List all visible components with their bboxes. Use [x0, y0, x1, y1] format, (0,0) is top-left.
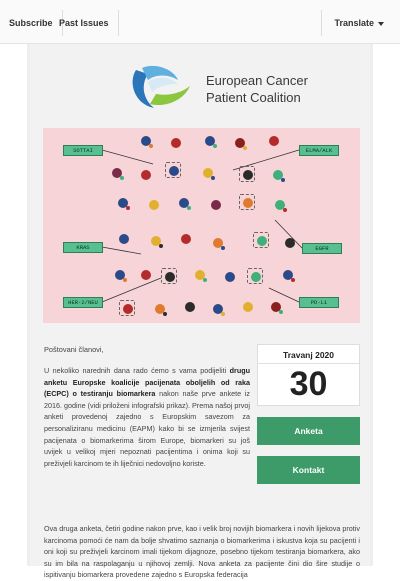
anketa-button[interactable]: Anketa — [257, 417, 360, 445]
biomarker-icon — [183, 300, 197, 314]
biomarker-icon — [211, 302, 225, 316]
biomarker-icon — [169, 136, 183, 150]
biomarker-icon — [139, 134, 153, 148]
kontakt-button[interactable]: Kontakt — [257, 456, 360, 484]
biomarker-icon — [271, 168, 285, 182]
label-her2-neu: HER-2/NEU — [63, 297, 103, 308]
translate-dropdown[interactable]: Translate — [321, 10, 400, 36]
biomarker-infographic: SOTTAI ELMA/ALK EGFR KRAS HER-2/NEU PD-L… — [43, 128, 360, 323]
date-box: Travanj 2020 30 — [257, 344, 360, 406]
label-pd-l1: PD-L1 — [299, 297, 339, 308]
caret-down-icon — [378, 21, 384, 26]
biomarker-icon — [117, 232, 131, 246]
biomarker-icon — [241, 168, 255, 182]
greeting: Poštovani članovi, — [44, 345, 104, 354]
biomarker-icon — [211, 236, 225, 250]
biomarker-icon — [249, 270, 263, 284]
biomarker-icon — [110, 166, 124, 180]
ecpc-logo-icon — [132, 65, 190, 108]
biomarker-icon — [281, 268, 295, 282]
biomarker-icon — [233, 136, 247, 150]
biomarker-icon — [153, 302, 167, 316]
biomarker-icon — [209, 198, 223, 212]
biomarker-icon — [113, 268, 127, 282]
biomarker-icon — [179, 232, 193, 246]
biomarker-icon — [139, 268, 153, 282]
logo-line-1: European Cancer — [206, 73, 308, 88]
date-day: 30 — [289, 365, 328, 403]
biomarker-icon — [203, 134, 217, 148]
newsletter-wrapper: European Cancer Patient Coalition SOTTAI… — [27, 44, 373, 579]
biomarker-icon — [223, 270, 237, 284]
biomarker-icon — [267, 134, 281, 148]
logo-line-2: Patient Coalition — [206, 90, 301, 105]
biomarker-icon — [177, 196, 191, 210]
biomarker-icon — [273, 198, 287, 212]
biomarker-icon — [167, 164, 181, 178]
biomarker-icon — [201, 166, 215, 180]
biomarker-icon — [255, 234, 269, 248]
biomarker-icon — [269, 300, 283, 314]
second-paragraph: Ova druga anketa, četiri godine nakon pr… — [44, 524, 360, 580]
label-egfr: EGFR — [302, 243, 342, 254]
label-elma-alk: ELMA/ALK — [299, 145, 339, 156]
biomarker-icon — [147, 198, 161, 212]
connector-lines-icon — [101, 149, 303, 303]
biomarker-icon — [241, 300, 255, 314]
biomarker-icon — [163, 270, 177, 284]
translate-label: Translate — [334, 18, 374, 28]
date-month: Travanj 2020 — [258, 345, 359, 364]
biomarker-icon — [116, 196, 130, 210]
biomarker-icon — [283, 236, 297, 250]
label-kras: KRAS — [63, 242, 103, 253]
intro-text-b: nakon naše prve ankete iz 2016. godine (… — [44, 389, 250, 468]
biomarker-icon — [139, 168, 153, 182]
past-issues-link[interactable]: Past Issues — [50, 10, 119, 36]
biomarker-icon — [149, 234, 163, 248]
biomarker-icon — [241, 196, 255, 210]
biomarker-icon — [121, 302, 135, 316]
newsletter-card: European Cancer Patient Coalition SOTTAI… — [30, 44, 370, 579]
biomarker-icon — [193, 268, 207, 282]
intro-paragraph: U nekoliko narednih dana rado ćemo s vam… — [44, 365, 250, 469]
logo-text: European Cancer Patient Coalition — [206, 72, 308, 106]
label-sottai: SOTTAI — [63, 145, 103, 156]
intro-text-a: U nekoliko narednih dana rado ćemo s vam… — [44, 366, 227, 375]
top-nav-bar: Subscribe Past Issues Translate — [0, 0, 400, 44]
